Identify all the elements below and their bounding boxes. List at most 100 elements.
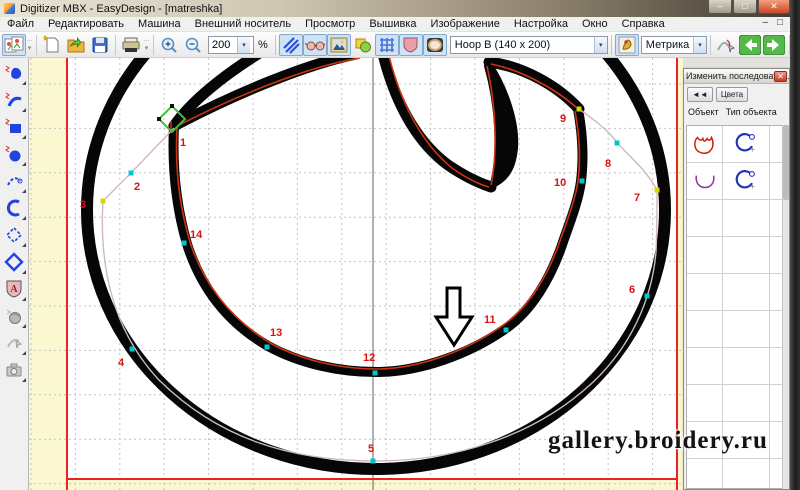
sequence-cell[interactable] xyxy=(723,459,770,489)
run-stitch-icon[interactable] xyxy=(723,163,770,199)
design-point-8[interactable] xyxy=(615,141,620,146)
sequence-cell[interactable] xyxy=(770,274,782,310)
back-one-object-button[interactable] xyxy=(738,34,762,56)
mdi-child-controls[interactable]: – □ xyxy=(763,17,786,28)
zoom-out-button[interactable] xyxy=(181,34,205,56)
design-point-12[interactable] xyxy=(373,371,378,376)
zoom-combo-arrow[interactable]: ▾ xyxy=(237,37,250,53)
sequence-cell[interactable] xyxy=(723,348,770,384)
red-crown-outline-icon[interactable] xyxy=(687,126,723,162)
panel-close-icon[interactable]: ✕ xyxy=(774,71,787,82)
hoop-combo-arrow[interactable]: ▾ xyxy=(594,37,607,53)
design-canvas[interactable]: 1234567891011121314 xyxy=(29,58,683,490)
diamond-outline-tool[interactable] xyxy=(2,248,27,275)
units-selector-combo[interactable]: Метрика ▾ xyxy=(641,36,707,54)
menu-item-3[interactable]: Машина xyxy=(131,18,188,30)
sequence-cell[interactable] xyxy=(687,459,723,489)
panel-scrollbar[interactable] xyxy=(782,125,789,489)
design-point-9[interactable] xyxy=(577,107,582,112)
menu-item-6[interactable]: Вышивка xyxy=(362,18,423,30)
sequence-row-6[interactable] xyxy=(687,311,782,348)
applique-tool[interactable] xyxy=(2,302,27,329)
zoom-in-button[interactable] xyxy=(157,34,181,56)
sequence-cell[interactable] xyxy=(770,459,782,489)
design-point-3[interactable] xyxy=(101,199,106,204)
sequence-row-4[interactable] xyxy=(687,237,782,274)
rect-fill-tool[interactable] xyxy=(2,113,27,140)
design-point-7[interactable] xyxy=(655,188,660,193)
zoom-level-input[interactable] xyxy=(209,39,237,51)
sequence-row-10[interactable] xyxy=(687,459,782,489)
sequence-cell[interactable] xyxy=(723,385,770,421)
sequence-cell[interactable] xyxy=(770,385,782,421)
menu-item-2[interactable]: Редактировать xyxy=(41,18,131,30)
artwork-view-button[interactable] xyxy=(2,34,26,56)
toolbar-grip[interactable]: …▾ xyxy=(26,35,33,55)
sequence-cell[interactable] xyxy=(687,385,723,421)
design-canvas-area[interactable]: 1234567891011121314 xyxy=(29,58,683,490)
title-bar[interactable]: Digitizer MBX - EasyDesign - [matreshka]… xyxy=(0,0,800,17)
sequence-row-3[interactable] xyxy=(687,200,782,237)
close-button[interactable]: ✕ xyxy=(758,0,790,14)
image-prep-tool[interactable] xyxy=(2,356,27,383)
design-point-6[interactable] xyxy=(645,294,650,299)
maximize-button[interactable]: □ xyxy=(733,0,757,14)
show-hoop-button[interactable] xyxy=(399,34,423,56)
sequence-cell[interactable] xyxy=(723,274,770,310)
closed-curve-tool[interactable] xyxy=(2,194,27,221)
new-design-button[interactable] xyxy=(40,34,64,56)
sequence-cell[interactable] xyxy=(687,200,723,236)
sequence-row-5[interactable] xyxy=(687,274,782,311)
forward-one-object-button[interactable] xyxy=(762,34,786,56)
print-button[interactable] xyxy=(119,34,143,56)
design-point-4[interactable] xyxy=(130,347,135,352)
resequence-button[interactable]: ◄◄ xyxy=(687,87,713,102)
sequence-cell[interactable] xyxy=(687,348,723,384)
true-view-button[interactable] xyxy=(303,34,327,56)
backdrop-button[interactable] xyxy=(615,34,639,56)
show-stitches-button[interactable] xyxy=(279,34,303,56)
sequence-cell[interactable] xyxy=(723,200,770,236)
sequence-cell[interactable] xyxy=(687,274,723,310)
outline-run-tool[interactable] xyxy=(2,86,27,113)
menu-item-1[interactable]: Файл xyxy=(0,18,41,30)
sequence-cell[interactable] xyxy=(723,311,770,347)
sequence-cell[interactable] xyxy=(770,348,782,384)
minimize-button[interactable]: – xyxy=(708,0,732,14)
sequence-cell[interactable] xyxy=(770,237,782,273)
menu-item-5[interactable]: Просмотр xyxy=(298,18,362,30)
show-grid-button[interactable] xyxy=(375,34,399,56)
sequence-row-2[interactable] xyxy=(687,163,782,200)
sequence-row-1[interactable] xyxy=(687,126,782,163)
menu-item-7[interactable]: Изображение xyxy=(424,18,507,30)
purple-arc-outline-icon[interactable] xyxy=(687,163,723,199)
fill-shape-tool[interactable] xyxy=(2,59,27,86)
open-curve-tool[interactable] xyxy=(2,167,27,194)
scrollbar-thumb[interactable] xyxy=(783,125,789,200)
sequence-cell[interactable] xyxy=(770,163,782,199)
sequence-row-7[interactable] xyxy=(687,348,782,385)
design-point-5[interactable] xyxy=(371,459,376,464)
sequence-cell[interactable] xyxy=(770,200,782,236)
menu-item-4[interactable]: Внешний носитель xyxy=(188,18,298,30)
dashed-diamond-tool[interactable] xyxy=(2,221,27,248)
show-picture-button[interactable] xyxy=(327,34,351,56)
design-point-14[interactable] xyxy=(182,241,187,246)
units-combo-arrow[interactable]: ▾ xyxy=(693,37,705,53)
sequence-cell[interactable] xyxy=(770,422,782,458)
circle-fill-tool[interactable] xyxy=(2,140,27,167)
sequence-cell[interactable] xyxy=(687,237,723,273)
design-point-11[interactable] xyxy=(504,328,509,333)
sequence-panel-titlebar[interactable]: Изменить последовате... ✕ xyxy=(684,69,789,84)
sequence-cell[interactable] xyxy=(770,311,782,347)
run-stitch-icon[interactable] xyxy=(723,126,770,162)
toolbar-grip-2[interactable]: …▾ xyxy=(143,35,150,55)
menu-item-8[interactable]: Настройка xyxy=(507,18,575,30)
colors-button[interactable]: Цвета xyxy=(716,87,748,102)
hoop-selector-combo[interactable]: Hoop B (140 x 200) ▾ xyxy=(450,36,608,54)
design-point-10[interactable] xyxy=(580,179,585,184)
sequence-cell[interactable] xyxy=(770,126,782,162)
sequence-row-8[interactable] xyxy=(687,385,782,422)
zoom-level-combo[interactable]: ▾ xyxy=(208,36,254,54)
save-design-button[interactable] xyxy=(88,34,112,56)
